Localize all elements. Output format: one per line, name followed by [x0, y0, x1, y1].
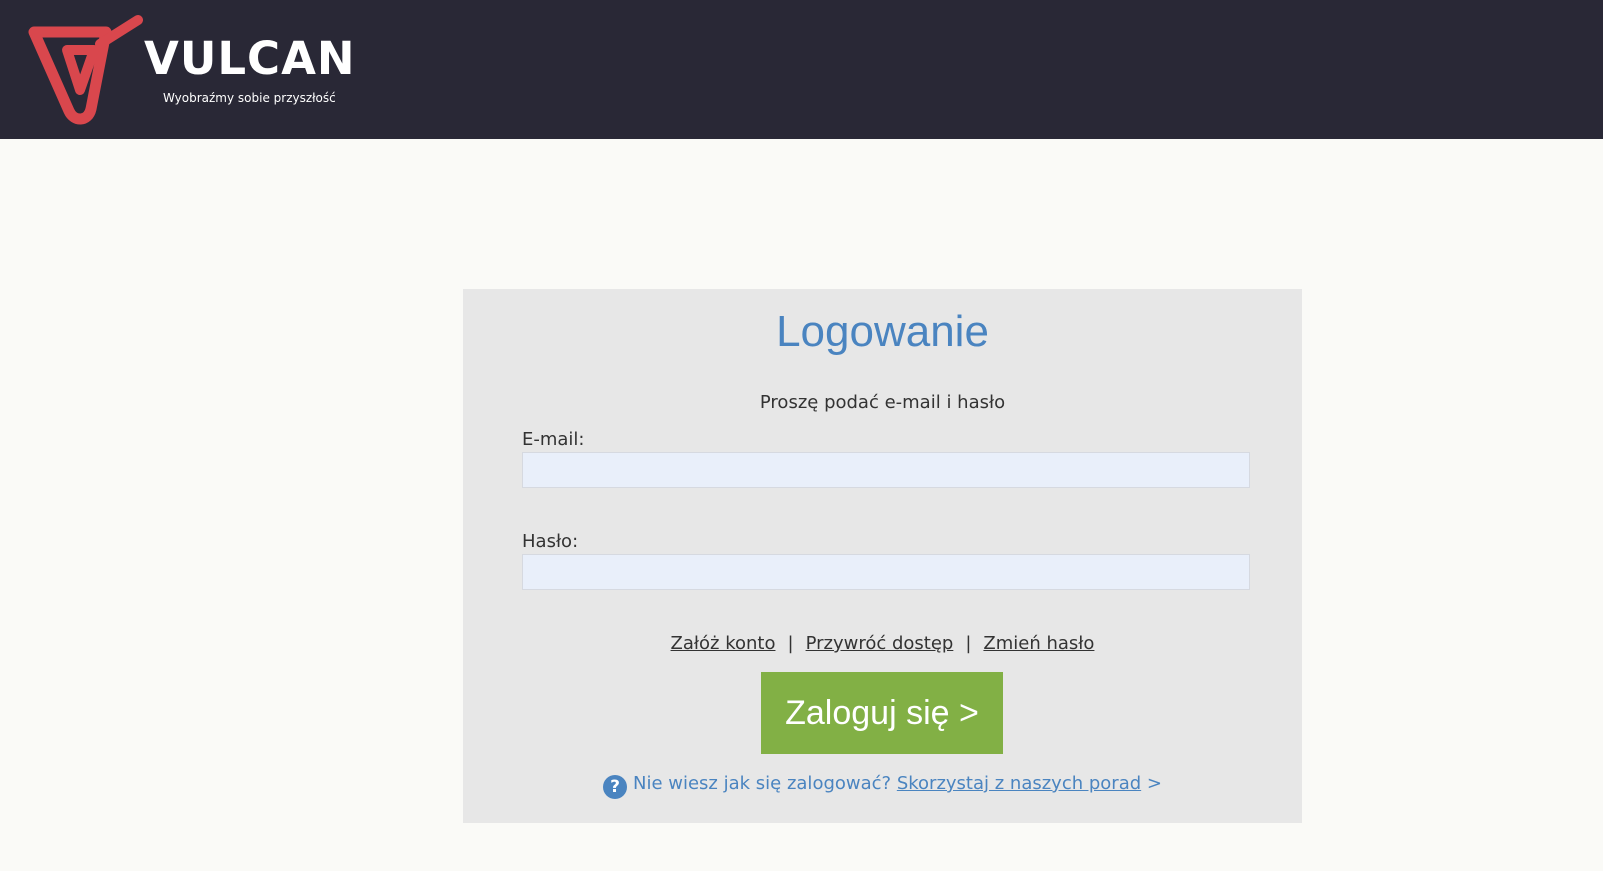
help-row: ? Nie wiesz jak się zalogować? Skorzystaj…	[463, 773, 1302, 799]
question-circle-icon[interactable]: ?	[603, 775, 627, 799]
link-separator: |	[787, 633, 794, 654]
login-button[interactable]: Zaloguj się >	[761, 672, 1003, 754]
logo-wordmark: VULCAN	[144, 32, 356, 85]
logo-tagline: Wyobraźmy sobie przyszłość	[163, 91, 336, 105]
vulcan-logo[interactable]: VULCAN Wyobraźmy sobie przyszłość	[28, 14, 358, 126]
password-label: Hasło:	[522, 531, 579, 552]
password-field[interactable]	[522, 554, 1250, 590]
create-account-link[interactable]: Załóż konto	[671, 633, 776, 654]
email-field[interactable]	[522, 452, 1250, 488]
page-title: Logowanie	[776, 307, 989, 356]
link-separator: |	[965, 633, 972, 654]
account-links: Załóż konto | Przywróć dostęp | Zmień hasło	[463, 633, 1302, 654]
login-instructions: Proszę podać e-mail i hasło	[759, 392, 1006, 413]
change-password-link[interactable]: Zmień hasło	[983, 633, 1094, 654]
email-label: E-mail:	[522, 429, 585, 450]
help-tips-link[interactable]: Skorzystaj z naszych porad	[897, 773, 1141, 794]
vulcan-logo-mark	[28, 15, 143, 125]
restore-access-link[interactable]: Przywróć dostęp	[806, 633, 954, 654]
login-panel: Logowanie Proszę podać e-mail i hasło E-…	[463, 289, 1302, 823]
help-arrow: >	[1146, 773, 1162, 794]
help-question: Nie wiesz jak się zalogować?	[633, 773, 892, 794]
top-bar: VULCAN Wyobraźmy sobie przyszłość	[0, 0, 1603, 139]
